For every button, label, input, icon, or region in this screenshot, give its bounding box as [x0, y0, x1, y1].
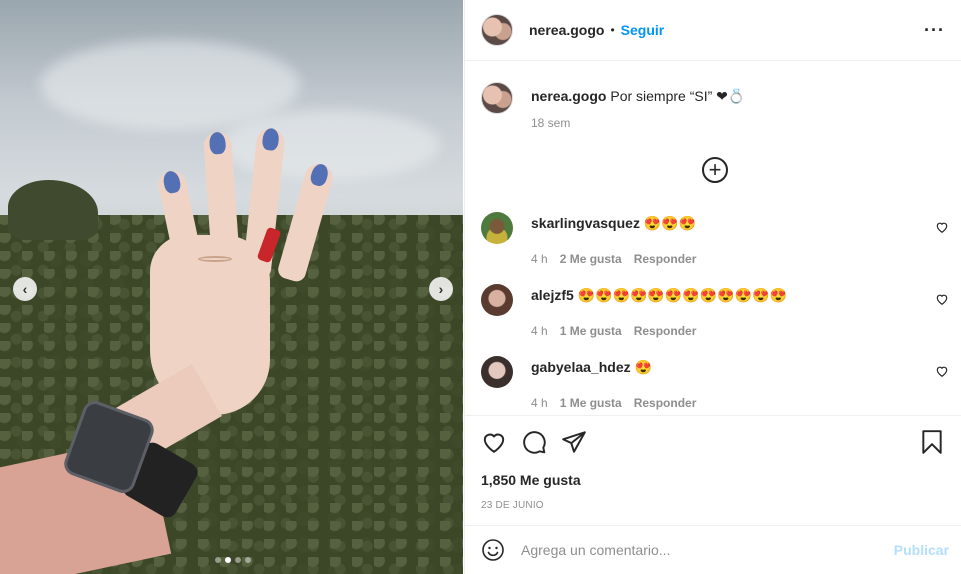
- reply-button[interactable]: Responder: [634, 252, 697, 266]
- post-header: nerea.gogo • Seguir ···: [465, 0, 961, 61]
- comment-item: skarlingvasquez 😍😍😍 4 h 2 Me gusta Respo…: [481, 212, 951, 266]
- author-username[interactable]: nerea.gogo: [529, 22, 604, 38]
- reply-button[interactable]: Responder: [634, 324, 697, 338]
- smiley-icon[interactable]: [481, 538, 505, 562]
- comment-text: 😍: [634, 359, 652, 375]
- author-avatar[interactable]: [481, 82, 513, 114]
- comment-age[interactable]: 4 h: [531, 324, 548, 338]
- nail: [208, 131, 227, 155]
- separator-dot: •: [610, 23, 615, 37]
- plus-circle-icon: +: [708, 157, 722, 182]
- post-actions: 1,850 Me gusta 23 DE JUNIO: [465, 415, 961, 511]
- nail: [261, 127, 280, 152]
- reply-button[interactable]: Responder: [634, 396, 697, 410]
- comment-username[interactable]: alejzf5: [531, 287, 574, 303]
- caption-text: Por siempre “SI” ❤💍: [610, 88, 746, 104]
- commenter-avatar[interactable]: [481, 212, 513, 244]
- action-icon-row: [465, 416, 961, 468]
- next-photo-button[interactable]: ›: [429, 277, 453, 301]
- carousel-indicator: [215, 557, 251, 563]
- carousel-dot: [245, 557, 251, 563]
- add-comment-bar: Publicar: [465, 525, 961, 574]
- comment-text: 😍😍😍😍😍😍😍😍😍😍😍😍: [577, 287, 787, 303]
- chevron-right-icon: ›: [438, 281, 444, 297]
- previous-photo-button[interactable]: ‹: [13, 277, 37, 301]
- heart-icon[interactable]: [481, 429, 507, 455]
- comment-age[interactable]: 4 h: [531, 396, 548, 410]
- comment-item: alejzf5 😍😍😍😍😍😍😍😍😍😍😍😍 4 h 1 Me gusta Resp…: [481, 284, 951, 338]
- caption-age[interactable]: 18 sem: [531, 116, 745, 130]
- bookmark-icon[interactable]: [919, 429, 945, 455]
- load-more-comments-button[interactable]: +: [702, 157, 728, 183]
- like-count[interactable]: 1,850 Me gusta: [465, 472, 961, 488]
- commenter-avatar[interactable]: [481, 284, 513, 316]
- chevron-left-icon: ‹: [22, 281, 28, 297]
- comment-likes[interactable]: 1 Me gusta: [560, 396, 622, 410]
- post-caption: nerea.gogo Por siempre “SI” ❤💍 18 sem: [465, 62, 961, 130]
- comment-username[interactable]: gabyelaa_hdez: [531, 359, 631, 375]
- carousel-dot-active: [225, 557, 231, 563]
- post-details-panel: nerea.gogo • Seguir ··· nerea.gogo Por s…: [464, 0, 961, 574]
- follow-button[interactable]: Seguir: [621, 22, 665, 38]
- heart-icon[interactable]: [935, 220, 949, 234]
- comment-username[interactable]: skarlingvasquez: [531, 215, 640, 231]
- nail: [308, 162, 331, 188]
- comment-text: 😍😍😍: [643, 215, 697, 231]
- comment-likes[interactable]: 2 Me gusta: [560, 252, 622, 266]
- tree: [8, 180, 98, 240]
- comment-likes[interactable]: 1 Me gusta: [560, 324, 622, 338]
- comment-age[interactable]: 4 h: [531, 252, 548, 266]
- paper-plane-icon[interactable]: [561, 429, 587, 455]
- caption-username[interactable]: nerea.gogo: [531, 88, 606, 104]
- nail: [161, 169, 182, 195]
- comment-icon[interactable]: [521, 429, 547, 455]
- carousel-dot: [215, 557, 221, 563]
- comment-input[interactable]: [521, 542, 894, 558]
- post-date[interactable]: 23 DE JUNIO: [465, 500, 961, 511]
- post-photo[interactable]: ‹ ›: [0, 0, 463, 574]
- more-options-icon[interactable]: ···: [924, 20, 945, 41]
- engagement-ring: [198, 256, 232, 262]
- comments-section[interactable]: nerea.gogo Por siempre “SI” ❤💍 18 sem + …: [465, 62, 961, 414]
- publish-button[interactable]: Publicar: [894, 542, 949, 558]
- author-avatar[interactable]: [481, 14, 513, 46]
- carousel-dot: [235, 557, 241, 563]
- commenter-avatar[interactable]: [481, 356, 513, 388]
- heart-icon[interactable]: [935, 364, 949, 378]
- heart-icon[interactable]: [935, 292, 949, 306]
- comment-item: gabyelaa_hdez 😍 4 h 1 Me gusta Responder: [481, 356, 951, 410]
